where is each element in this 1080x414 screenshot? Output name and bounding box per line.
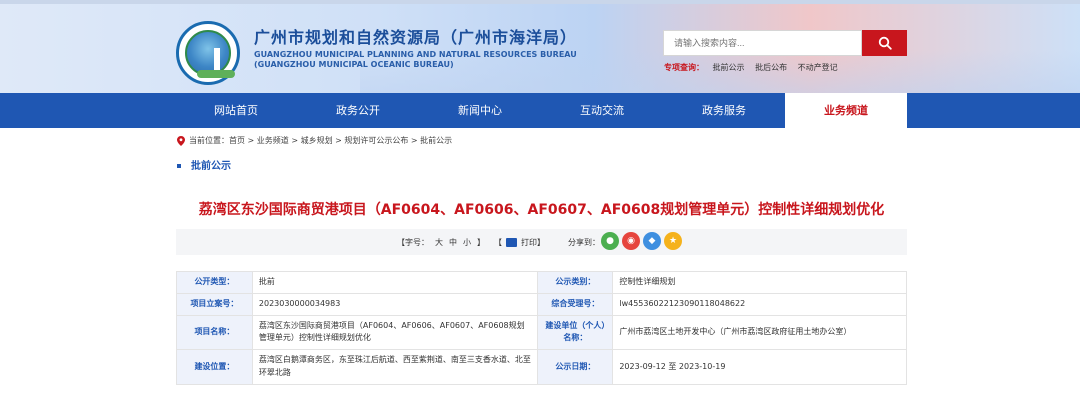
section-title: 批前公示 [191, 161, 231, 172]
print-label: 打印 [521, 238, 537, 247]
value-construction-location: 荔湾区白鹅潭商务区，东至珠江后航道、西至紫荆道、南至三支香水道、北至环翠北路 [251, 349, 539, 385]
font-size-controls: 【字号： 大中小】 [394, 237, 488, 248]
nav-services[interactable]: 政务服务 [663, 93, 785, 128]
search-icon [878, 36, 892, 50]
logo-wave-icon [197, 70, 235, 78]
site-header: 广州市规划和自然资源局（广州市海洋局） GUANGZHOU MUNICIPAL … [0, 0, 1080, 93]
nav-interaction[interactable]: 互动交流 [541, 93, 663, 128]
print-open-bracket: 【 [494, 238, 502, 247]
label-project-filing-no: 项目立案号： [176, 292, 253, 316]
value-disclosure-type: 批前 [251, 271, 539, 294]
main-nav: 网站首页 政务公开 新闻中心 互动交流 政务服务 业务频道 [0, 93, 1080, 128]
location-pin-icon [177, 135, 185, 146]
quick-link-post-publication[interactable]: 批后公布 [755, 63, 787, 72]
label-project-name: 项目名称： [176, 314, 253, 351]
label-disclosure-type: 公开类型： [176, 271, 253, 294]
breadcrumb-text[interactable]: 当前位置：首页 > 业务频道 > 城乡规划 > 规划许可公示公布 > 批前公示 [189, 135, 452, 146]
nav-news[interactable]: 新闻中心 [419, 93, 541, 128]
table-row: 公开类型： 批前 公示类别： 控制性详细规划 [176, 271, 907, 294]
value-project-name: 荔湾区东沙国际商贸港项目（AF0604、AF0606、AF0607、AF0608… [251, 314, 539, 351]
label-publicity-category: 公示类别： [537, 271, 614, 294]
share-label: 分享到： [568, 238, 600, 247]
weibo-icon[interactable]: ◉ [622, 232, 640, 250]
info-table: 公开类型： 批前 公示类别： 控制性详细规划 项目立案号： 2023030000… [176, 271, 907, 385]
bureau-logo[interactable] [176, 21, 240, 85]
qq-icon[interactable]: ◆ [643, 232, 661, 250]
nav-home[interactable]: 网站首页 [175, 93, 297, 128]
wechat-icon[interactable]: ● [601, 232, 619, 250]
label-acceptance-no: 综合受理号： [537, 292, 614, 316]
print-close-bracket: 】 [537, 238, 545, 247]
share-icons: ● ◉ ◆ ★ [601, 232, 682, 250]
article-title: 荔湾区东沙国际商贸港项目（AF0604、AF0606、AF0607、AF0608… [198, 202, 885, 218]
font-size-large[interactable]: 大 [435, 238, 443, 247]
label-publicity-date: 公示日期： [537, 349, 614, 385]
article-toolbar: 【字号：大中小】 【 打印 】 分享到： ● ◉ ◆ ★ [176, 229, 907, 255]
top-strip [0, 0, 1080, 4]
search-input[interactable] [664, 31, 861, 55]
print-icon [506, 238, 517, 247]
qzone-icon[interactable]: ★ [664, 232, 682, 250]
value-project-filing-no: 2023030000034983 [251, 292, 539, 316]
site-title: 广州市规划和自然资源局（广州市海洋局） [254, 28, 578, 47]
quick-link-real-estate[interactable]: 不动产登记 [798, 63, 838, 72]
value-publicity-category: 控制性详细规划 [612, 271, 907, 294]
value-publicity-date: 2023-09-12 至 2023-10-19 [612, 349, 907, 385]
section-heading: 批前公示 [177, 157, 231, 172]
font-size-close-bracket: 】 [477, 238, 485, 247]
table-row: 项目立案号： 2023030000034983 综合受理号： lw4553602… [176, 292, 907, 316]
breadcrumb: 当前位置：首页 > 业务频道 > 城乡规划 > 规划许可公示公布 > 批前公示 [177, 135, 452, 146]
quick-link-pre-publicity[interactable]: 批前公示 [713, 63, 745, 72]
label-developer-name: 建设单位（个人）名称： [537, 314, 614, 351]
search-button[interactable] [862, 30, 907, 56]
quick-links-label: 专项查询： [664, 63, 704, 72]
site-english-name: GUANGZHOU MUNICIPAL PLANNING AND NATURAL… [254, 50, 577, 59]
print-button[interactable]: 【 打印 】 [494, 237, 545, 248]
font-size-medium[interactable]: 中 [449, 238, 457, 247]
nav-government-affairs[interactable]: 政务公开 [297, 93, 419, 128]
table-row: 项目名称： 荔湾区东沙国际商贸港项目（AF0604、AF0606、AF0607、… [176, 314, 907, 351]
table-row: 建设位置： 荔湾区白鹅潭商务区，东至珠江后航道、西至紫荆道、南至三支香水道、北至… [176, 349, 907, 385]
value-acceptance-no: lw455360221230901180486​22 [612, 292, 907, 316]
square-bullet-icon [177, 164, 181, 168]
font-size-label: 【字号： [397, 238, 429, 247]
quick-links: 专项查询： 批前公示 批后公布 不动产登记 [664, 62, 846, 73]
nav-business-channel[interactable]: 业务频道 [785, 93, 907, 128]
value-developer-name: 广州市荔湾区土地开发中心（广州市荔湾区政府征用土地办公室） [612, 314, 907, 351]
site-english-subname: (GUANGZHOU MUNICIPAL OCEANIC BUREAU) [254, 60, 454, 69]
font-size-small[interactable]: 小 [463, 238, 471, 247]
search-box [663, 30, 862, 56]
logo-emblem [185, 30, 235, 78]
label-construction-location: 建设位置： [176, 349, 253, 385]
